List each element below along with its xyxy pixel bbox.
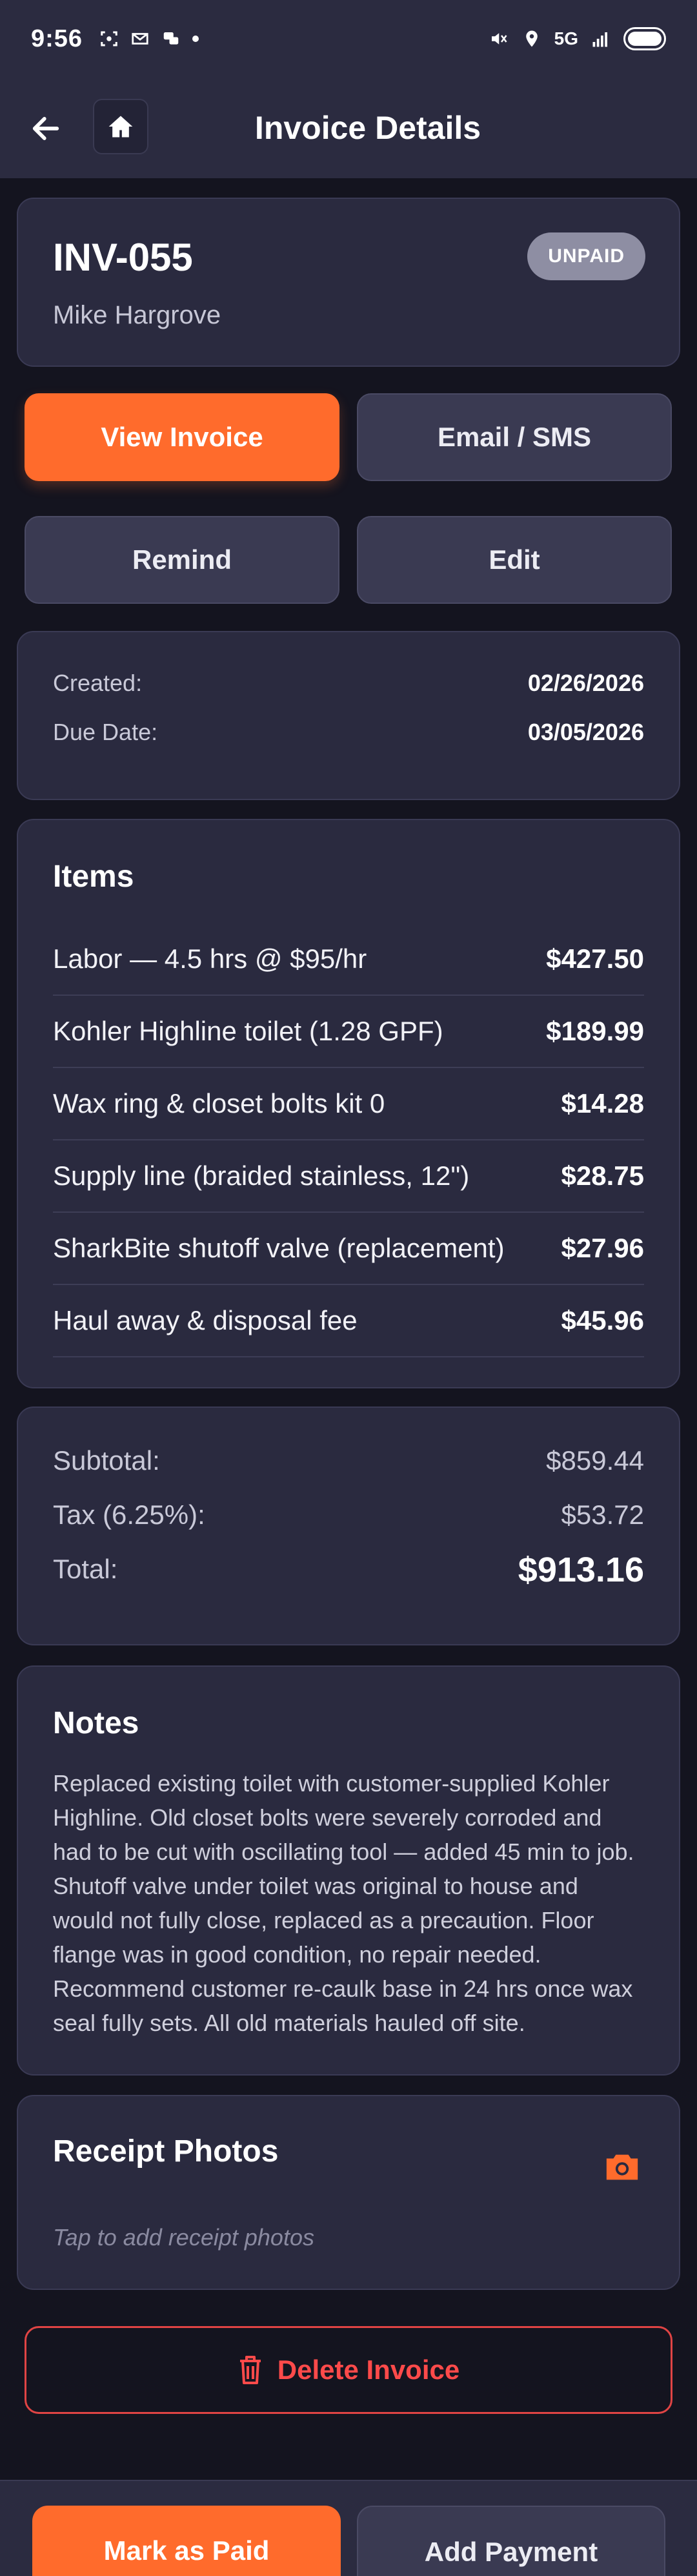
subtotal-label: Subtotal: (53, 1445, 160, 1476)
notes-title: Notes (53, 1706, 139, 1740)
mark-paid-button[interactable]: Mark as Paid (32, 2506, 341, 2576)
item-amount: $45.96 (561, 1305, 644, 1335)
due-date: 03/05/2026 (527, 719, 644, 745)
app-bar: Invoice Details (0, 77, 697, 178)
signal-icon (592, 32, 607, 47)
item-amount: $14.28 (561, 1088, 644, 1118)
created-label: Created: (53, 670, 143, 696)
network-label: 5G (554, 28, 578, 48)
dates-card: Created: 02/26/2026 Due Date: 03/05/2026 (17, 631, 680, 800)
list-item[interactable]: Wax ring & closet bolts kit 0 $14.28 (53, 1068, 644, 1140)
due-date-label: Due Date: (53, 719, 158, 745)
total-label: Total: (53, 1554, 118, 1584)
home-button[interactable] (93, 99, 148, 154)
notes-text: Replaced existing toilet with customer-s… (53, 1770, 634, 2036)
back-button[interactable] (23, 106, 68, 151)
dot-icon (192, 36, 199, 42)
receipt-photos-card[interactable]: Receipt Photos Tap to add receipt photos (17, 2095, 680, 2290)
status-badge: UNPAID (527, 232, 645, 280)
tax-value: $53.72 (561, 1499, 644, 1530)
arrow-left-icon (32, 117, 59, 140)
item-description: Haul away & disposal fee (53, 1305, 358, 1335)
total-value: $913.16 (518, 1551, 644, 1589)
chat-icon (163, 32, 179, 45)
receipt-photos-placeholder: Tap to add receipt photos (53, 2224, 314, 2251)
subtotal-value: $859.44 (546, 1445, 644, 1476)
item-amount: $28.75 (561, 1160, 644, 1191)
item-amount: $27.96 (561, 1233, 644, 1263)
trash-icon (239, 2356, 261, 2384)
item-description: Kohler Highline toilet (1.28 GPF) (53, 1016, 443, 1046)
system-icons: 5G (487, 27, 666, 50)
notification-icons (98, 29, 200, 48)
list-item[interactable]: SharkBite shutoff valve (replacement) $2… (53, 1213, 644, 1285)
remind-button[interactable]: Remind (25, 516, 339, 604)
battery-icon (623, 27, 666, 50)
item-description: Supply line (braided stainless, 12") (53, 1160, 470, 1191)
page-title: Invoice Details (254, 110, 481, 146)
camera-icon (606, 2154, 638, 2180)
invoice-number: INV-055 (53, 236, 193, 279)
add-payment-button[interactable]: Add Payment (357, 2506, 665, 2576)
delete-invoice-button[interactable]: Delete Invoice (25, 2326, 672, 2414)
status-bar: 9:56 5G (0, 0, 697, 77)
list-item[interactable]: Kohler Highline toilet (1.28 GPF) $189.9… (53, 996, 644, 1068)
status-time: 9:56 (31, 25, 83, 52)
email-sms-button[interactable]: Email / SMS (357, 393, 672, 481)
gmail-icon (132, 33, 148, 45)
totals-card: Subtotal: $859.44 Tax (6.25%): $53.72 To… (17, 1406, 680, 1645)
location-icon (525, 30, 538, 47)
item-amount: $427.50 (546, 943, 644, 974)
tax-label: Tax (6.25%): (53, 1499, 205, 1530)
view-invoice-button[interactable]: View Invoice (25, 393, 339, 481)
edit-button[interactable]: Edit (357, 516, 672, 604)
add-photo-button[interactable] (601, 2149, 643, 2185)
item-description: Labor — 4.5 hrs @ $95/hr (53, 943, 367, 974)
item-description: SharkBite shutoff valve (replacement) (53, 1233, 505, 1263)
notes-card: Notes Replaced existing toilet with cust… (17, 1665, 680, 2076)
list-item[interactable]: Haul away & disposal fee $45.96 (53, 1285, 644, 1357)
invoice-header-card: INV-055 Mike Hargrove UNPAID (17, 198, 680, 367)
items-card: Items Labor — 4.5 hrs @ $95/hr $427.50 K… (17, 819, 680, 1388)
items-title: Items (53, 860, 134, 894)
list-item[interactable]: Supply line (braided stainless, 12") $28… (53, 1140, 644, 1213)
created-date: 02/26/2026 (527, 670, 644, 696)
client-name: Mike Hargrove (53, 301, 221, 329)
mute-icon (491, 33, 507, 45)
item-description: Wax ring & closet bolts kit 0 (53, 1088, 385, 1118)
list-item[interactable]: Labor — 4.5 hrs @ $95/hr $427.50 (53, 923, 644, 996)
item-amount: $189.99 (546, 1016, 644, 1046)
bottom-action-bar: Mark as Paid Add Payment (0, 2480, 697, 2576)
delete-invoice-label: Delete Invoice (277, 2354, 460, 2385)
receipt-photos-title: Receipt Photos (53, 2134, 279, 2169)
scan-icon (101, 31, 117, 46)
home-icon (108, 116, 133, 138)
